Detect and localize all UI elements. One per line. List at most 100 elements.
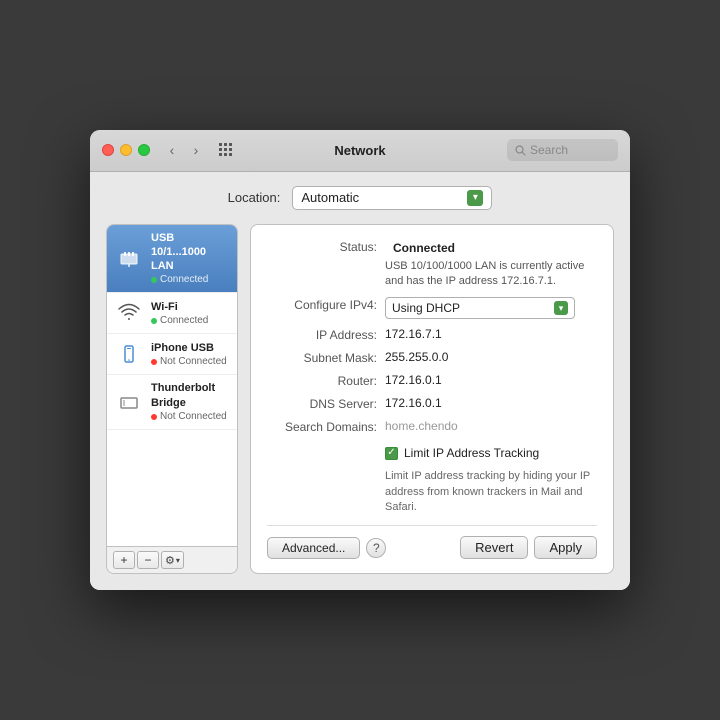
configure-ipv4-value: Using DHCP (392, 301, 460, 315)
router-label: Router: (267, 373, 377, 388)
wifi-icon (115, 299, 143, 327)
status-dot-disconnected (151, 414, 157, 420)
bottom-actions-right: Revert Apply (460, 536, 597, 559)
main-layout: USB 10/1...1000 LAN Connected (106, 224, 614, 575)
subnet-mask-value: 255.255.0.0 (385, 350, 597, 364)
sidebar-item-status: Connected (151, 273, 229, 286)
sidebar-item-info-iphone: iPhone USB Not Connected (151, 341, 227, 368)
sidebar-item-iphone-usb[interactable]: iPhone USB Not Connected (107, 334, 237, 375)
grid-dot (219, 148, 222, 151)
sidebar-item-name: Thunderbolt Bridge (151, 381, 229, 410)
back-button[interactable]: ‹ (162, 140, 182, 160)
ethernet-icon (115, 244, 143, 272)
sidebar-item-status: Not Connected (151, 355, 227, 368)
location-arrow-icon: ▾ (467, 190, 483, 206)
bottom-bar: Advanced... ? Revert Apply (267, 525, 597, 559)
grid-dot (219, 153, 222, 156)
sidebar-item-usb-lan[interactable]: USB 10/1...1000 LAN Connected (107, 225, 237, 294)
dns-server-label: DNS Server: (267, 396, 377, 411)
ip-address-value: 172.16.7.1 (385, 327, 597, 341)
forward-button[interactable]: › (186, 140, 206, 160)
gear-menu-button[interactable]: ⚙ ▾ (161, 551, 184, 569)
sidebar-item-thunderbolt-bridge[interactable]: Thunderbolt Bridge Not Connected (107, 375, 237, 430)
traffic-lights (102, 144, 150, 156)
status-label: Status: (267, 239, 377, 254)
search-domains-row: Search Domains: home.chendo (267, 419, 597, 434)
status-value: Connected (393, 241, 455, 255)
content-area: Location: Automatic ▾ (90, 172, 630, 591)
grid-dot (224, 143, 227, 146)
grid-dot (224, 148, 227, 151)
search-icon (515, 145, 526, 156)
configure-ipv4-row: Configure IPv4: Using DHCP ▾ (267, 297, 597, 319)
location-dropdown[interactable]: Automatic ▾ (292, 186, 492, 210)
apply-button[interactable]: Apply (534, 536, 597, 559)
sidebar: USB 10/1...1000 LAN Connected (106, 224, 238, 575)
ip-address-label: IP Address: (267, 327, 377, 342)
dns-server-row: DNS Server: 172.16.0.1 (267, 396, 597, 411)
close-button[interactable] (102, 144, 114, 156)
search-bar (507, 139, 618, 161)
location-bar: Location: Automatic ▾ (106, 186, 614, 210)
sidebar-item-wifi[interactable]: Wi-Fi Connected (107, 293, 237, 334)
status-dot-connected (151, 318, 157, 324)
ipv4-arrow-icon: ▾ (554, 301, 568, 315)
checkmark-icon: ✓ (387, 448, 395, 458)
limit-tracking-checkbox-row: ✓ Limit IP Address Tracking (385, 446, 597, 460)
sidebar-item-info-usb-lan: USB 10/1...1000 LAN Connected (151, 231, 229, 287)
sidebar-item-name: iPhone USB (151, 341, 227, 355)
router-value: 172.16.0.1 (385, 373, 597, 387)
status-row: Status: Connected USB 10/100/1000 LAN is… (267, 239, 597, 290)
search-domains-value: home.chendo (385, 419, 597, 433)
add-network-button[interactable]: + (113, 551, 135, 569)
iphone-icon (115, 340, 143, 368)
location-label: Location: (228, 190, 281, 205)
grid-dot (229, 143, 232, 146)
status-dot-disconnected (151, 359, 157, 365)
grid-dot (219, 143, 222, 146)
thunderbolt-icon (115, 388, 143, 416)
sidebar-toolbar: + − ⚙ ▾ (107, 546, 237, 573)
minimize-button[interactable] (120, 144, 132, 156)
bottom-actions-left: Advanced... ? (267, 537, 386, 559)
app-grid-icon[interactable] (214, 143, 238, 157)
sidebar-item-name: USB 10/1...1000 LAN (151, 231, 229, 274)
remove-network-button[interactable]: − (137, 551, 159, 569)
chevron-down-icon: ▾ (176, 556, 180, 565)
detail-panel: Status: Connected USB 10/100/1000 LAN is… (250, 224, 614, 575)
titlebar: ‹ › Network (90, 130, 630, 172)
subnet-mask-label: Subnet Mask: (267, 350, 377, 365)
limit-tracking-checkbox[interactable]: ✓ Limit IP Address Tracking (385, 446, 539, 460)
sidebar-item-info-thunderbolt: Thunderbolt Bridge Not Connected (151, 381, 229, 423)
advanced-button[interactable]: Advanced... (267, 537, 360, 559)
location-value: Automatic (301, 190, 359, 205)
grid-dot (229, 148, 232, 151)
ip-address-row: IP Address: 172.16.7.1 (267, 327, 597, 342)
router-row: Router: 172.16.0.1 (267, 373, 597, 388)
sidebar-item-name: Wi-Fi (151, 300, 208, 314)
checkbox-checked-icon: ✓ (385, 447, 398, 460)
grid-dot (224, 153, 227, 156)
status-dot-connected (151, 277, 157, 283)
sidebar-item-status: Connected (151, 314, 208, 327)
configure-ipv4-label: Configure IPv4: (267, 297, 377, 312)
help-button[interactable]: ? (366, 538, 386, 558)
configure-ipv4-dropdown[interactable]: Using DHCP ▾ (385, 297, 575, 319)
checkbox-label: Limit IP Address Tracking (404, 446, 539, 460)
revert-button[interactable]: Revert (460, 536, 528, 559)
search-input[interactable] (530, 143, 610, 157)
sidebar-item-info-wifi: Wi-Fi Connected (151, 300, 208, 327)
status-description: USB 10/100/1000 LAN is currently active … (385, 259, 597, 290)
checkbox-description: Limit IP address tracking by hiding your… (385, 469, 597, 515)
dns-server-value: 172.16.0.1 (385, 396, 597, 410)
grid-dot (229, 153, 232, 156)
maximize-button[interactable] (138, 144, 150, 156)
gear-icon: ⚙ (165, 554, 175, 567)
sidebar-item-status: Not Connected (151, 410, 229, 423)
subnet-mask-row: Subnet Mask: 255.255.0.0 (267, 350, 597, 365)
network-window: ‹ › Network (90, 130, 630, 591)
window-title: Network (334, 143, 385, 158)
nav-buttons: ‹ › (162, 140, 206, 160)
sidebar-items: USB 10/1...1000 LAN Connected (107, 225, 237, 547)
search-domains-label: Search Domains: (267, 419, 377, 434)
